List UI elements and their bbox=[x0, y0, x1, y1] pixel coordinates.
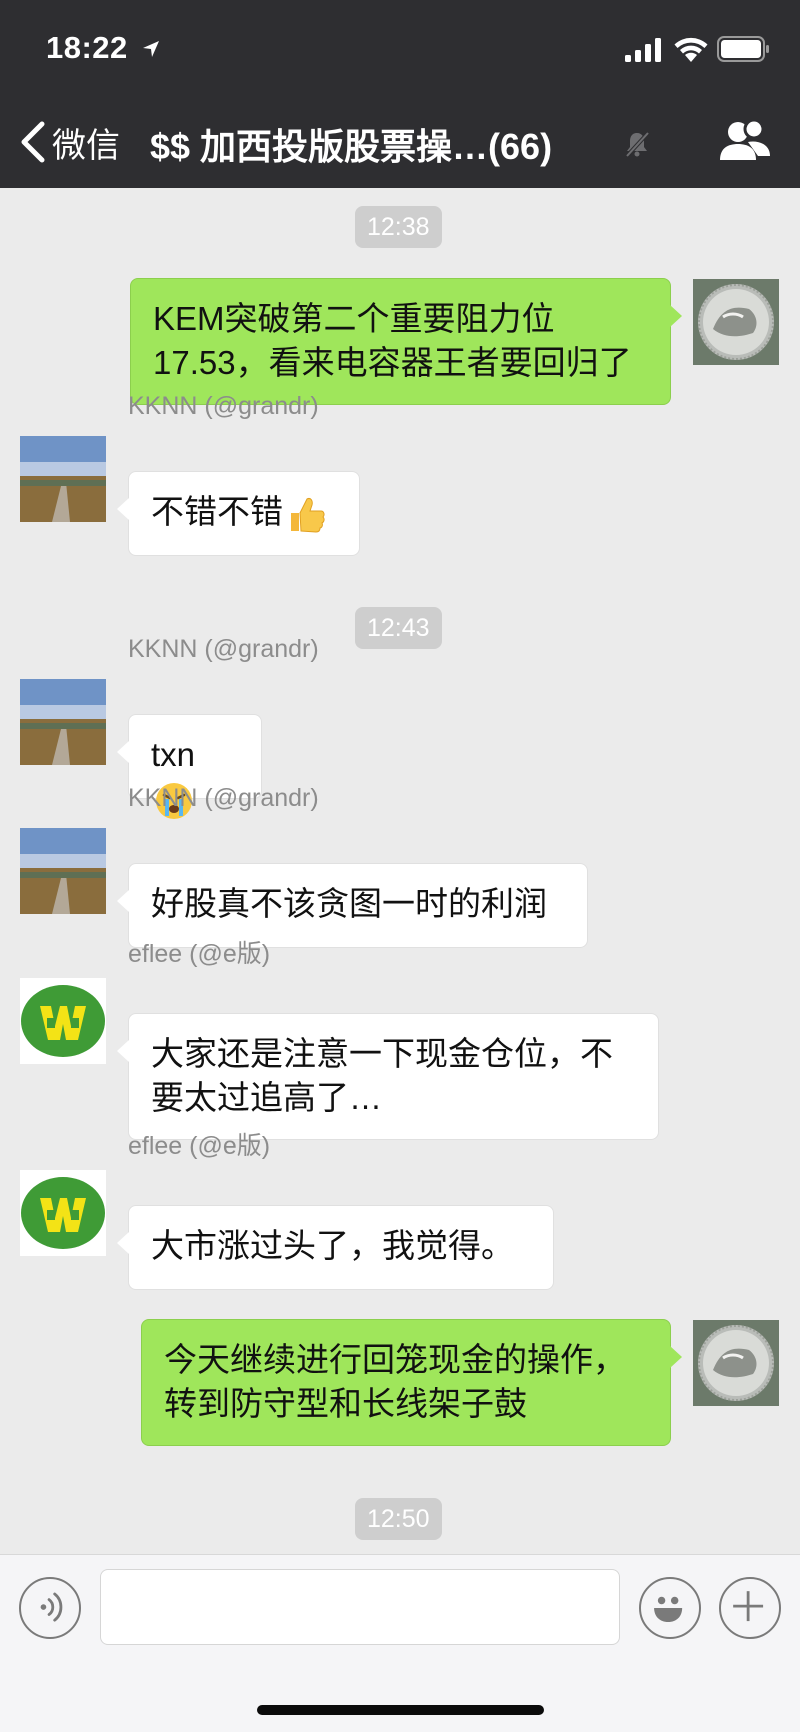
chat-title: $$ 加西投版股票操…(66) bbox=[150, 126, 553, 167]
smiley-icon bbox=[654, 1596, 683, 1623]
message-input[interactable] bbox=[100, 1569, 620, 1645]
back-button[interactable]: 微信 bbox=[18, 116, 120, 168]
more-options-button[interactable] bbox=[719, 1577, 781, 1639]
sender-avatar[interactable] bbox=[20, 1170, 106, 1256]
group-members-icon[interactable] bbox=[718, 116, 774, 168]
outgoing-message-bubble[interactable]: 今天继续进行回笼现金的操作，转到防守型和长线架子鼓 bbox=[141, 1319, 682, 1446]
my-avatar[interactable] bbox=[693, 1320, 779, 1406]
sender-name: eflee (@e版) bbox=[128, 1132, 271, 1160]
w-logo-avatar-image bbox=[20, 1170, 106, 1256]
sender-avatar[interactable] bbox=[20, 978, 106, 1064]
header: 18:22 微信 $$ 加西投版股票操…(66) bbox=[0, 0, 800, 188]
thumbs-up-icon bbox=[291, 498, 325, 533]
location-arrow-icon bbox=[143, 41, 159, 57]
w-logo-avatar-image bbox=[20, 978, 106, 1064]
incoming-message-bubble[interactable]: 不错不错 bbox=[117, 471, 360, 556]
back-label: 微信 bbox=[52, 126, 120, 165]
mute-bell-icon bbox=[625, 131, 650, 158]
sender-avatar[interactable] bbox=[20, 436, 106, 522]
timestamp-pill: 12:38 bbox=[355, 206, 442, 248]
battery-icon bbox=[717, 36, 769, 62]
sender-name: KKNN (@grandr) bbox=[128, 635, 319, 663]
wifi-icon bbox=[674, 37, 708, 62]
incoming-message-bubble[interactable]: 大家还是注意一下现金仓位，不要太过追高了… bbox=[117, 1013, 659, 1140]
timestamp-pill: 12:43 bbox=[355, 607, 442, 649]
sender-name: eflee (@e版) bbox=[128, 940, 271, 968]
status-time: 18:22 bbox=[46, 30, 128, 65]
landscape-avatar-image bbox=[20, 436, 106, 522]
nav-bar: 微信 $$ 加西投版股票操…(66) bbox=[0, 100, 800, 188]
incoming-message-bubble[interactable]: 大市涨过头了，我觉得。 bbox=[117, 1205, 554, 1290]
cellular-signal-icon bbox=[625, 38, 661, 62]
landscape-avatar-image bbox=[20, 679, 106, 765]
message-text: 不错不错 bbox=[151, 493, 283, 530]
landscape-avatar-image bbox=[20, 828, 106, 914]
voice-input-icon bbox=[40, 1592, 63, 1622]
chevron-left-icon bbox=[21, 121, 45, 163]
outgoing-message-bubble[interactable]: KEM突破第二个重要阻力位17.53，看来电容器王者要回归了 bbox=[130, 278, 682, 405]
message-text: txn bbox=[151, 736, 196, 773]
my-avatar[interactable] bbox=[693, 279, 779, 365]
plus-icon bbox=[733, 1591, 764, 1622]
message-list[interactable]: 12:38 KEM突破第二个重要阻力位17.53，看来电容器王者要回归了 KKN… bbox=[0, 188, 800, 1554]
sender-name: KKNN (@grandr) bbox=[128, 784, 319, 812]
status-bar: 18:22 bbox=[0, 0, 800, 100]
home-indicator[interactable] bbox=[257, 1705, 544, 1715]
sender-avatar[interactable] bbox=[20, 828, 106, 914]
timestamp-pill: 12:50 bbox=[355, 1498, 442, 1540]
coin-avatar-image bbox=[693, 1320, 779, 1406]
sender-avatar[interactable] bbox=[20, 679, 106, 765]
sender-name: KKNN (@grandr) bbox=[128, 392, 319, 420]
coin-avatar-image bbox=[693, 279, 779, 365]
input-bar bbox=[0, 1554, 800, 1656]
emoji-button[interactable] bbox=[639, 1577, 701, 1639]
voice-input-button[interactable] bbox=[19, 1577, 81, 1639]
home-area bbox=[0, 1656, 800, 1732]
